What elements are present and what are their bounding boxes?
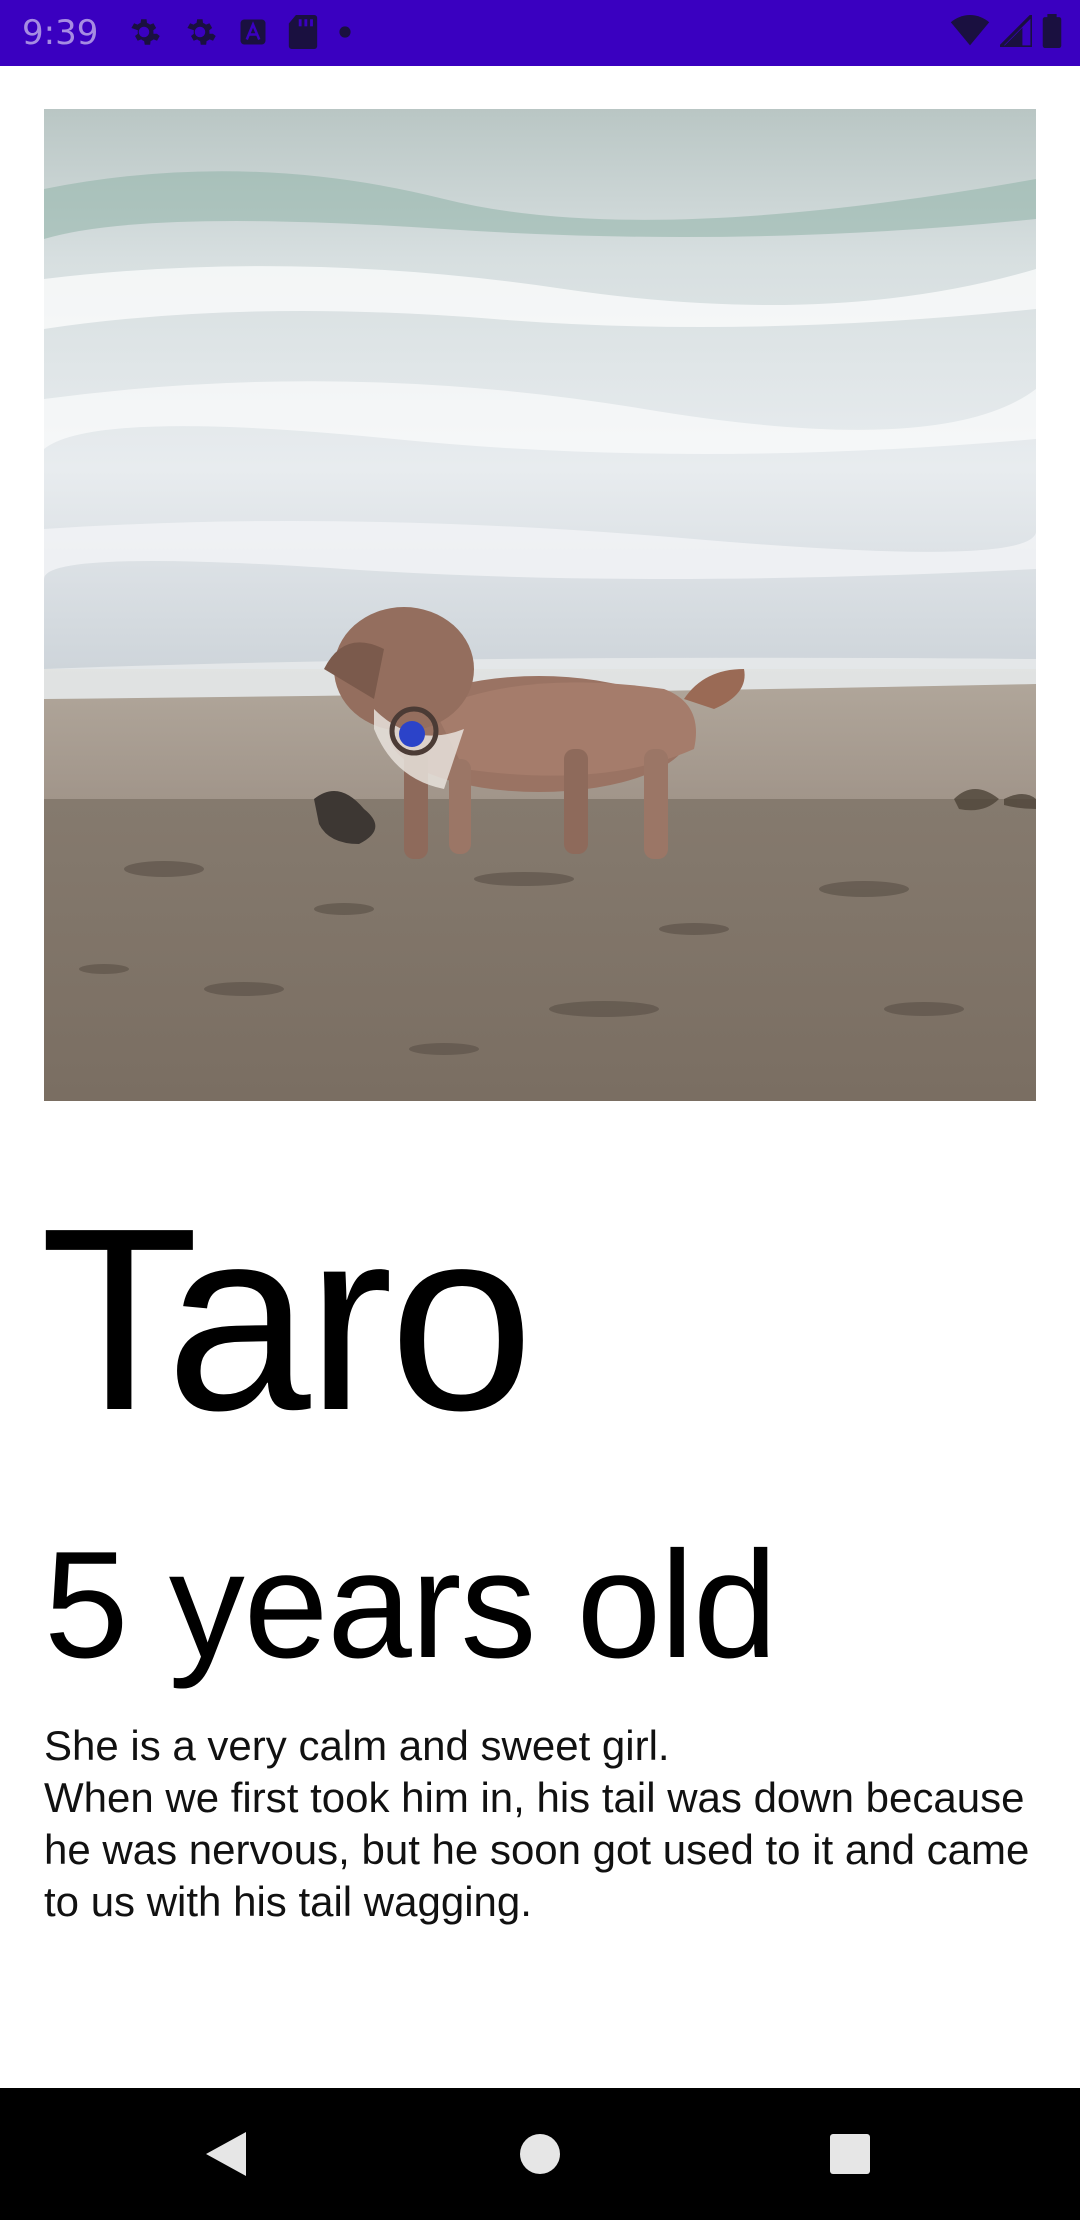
- pet-age: 5 years old: [44, 1520, 778, 1690]
- notification-icons: [126, 14, 352, 50]
- description-line: When we first took him in, his tail was …: [44, 1774, 1030, 1925]
- dog-photo: [44, 109, 1036, 1101]
- recents-icon: [830, 2134, 870, 2174]
- home-icon: [520, 2134, 560, 2174]
- gear-icon: [182, 14, 218, 50]
- pet-description: She is a very calm and sweet girl. When …: [44, 1720, 1034, 1928]
- back-button[interactable]: [160, 2088, 292, 2220]
- navigation-bar: [0, 2088, 1080, 2220]
- pet-name: Taro: [40, 1175, 534, 1465]
- dot-icon: [338, 25, 352, 39]
- description-line: She is a very calm and sweet girl.: [44, 1722, 670, 1769]
- wifi-icon: [950, 15, 990, 47]
- home-button[interactable]: [474, 2088, 606, 2220]
- recents-button[interactable]: [784, 2088, 916, 2220]
- status-time: 9:39: [22, 13, 99, 53]
- back-icon: [206, 2132, 246, 2176]
- text-a-icon: [238, 17, 268, 47]
- signal-icon: [1000, 15, 1032, 47]
- system-icons: [950, 14, 1062, 48]
- sd-card-icon: [288, 15, 318, 49]
- battery-icon: [1042, 14, 1062, 48]
- gear-icon: [126, 14, 162, 50]
- status-bar: 9:39: [0, 0, 1080, 66]
